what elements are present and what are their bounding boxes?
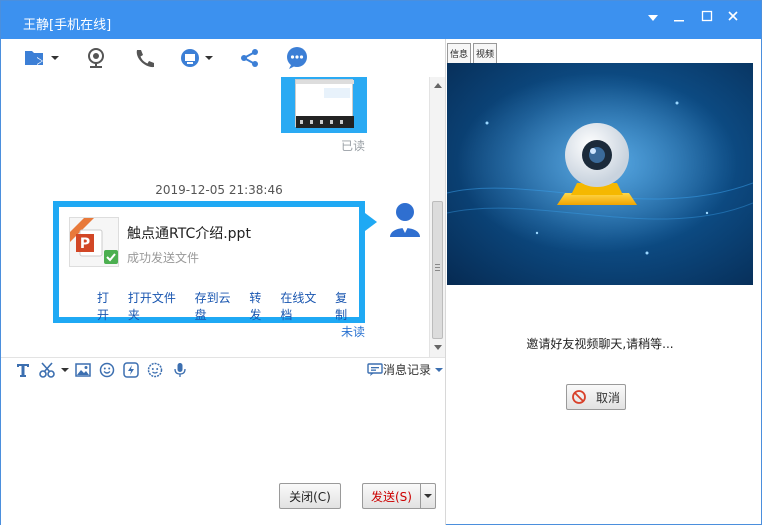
- history-icon: [367, 362, 383, 376]
- chat-toolbar: [1, 39, 445, 77]
- close-icon[interactable]: [721, 7, 745, 31]
- lightning-icon: [123, 362, 139, 378]
- chat-bubble-icon: [287, 47, 307, 69]
- cancel-button[interactable]: 取消: [566, 384, 626, 410]
- chevron-down-icon: [51, 56, 59, 60]
- avatar[interactable]: [387, 201, 423, 239]
- phone-icon: [136, 50, 154, 68]
- send-file-button[interactable]: [23, 45, 59, 71]
- message-history-button[interactable]: 消息记录: [367, 361, 444, 378]
- cancel-icon: [572, 390, 586, 404]
- history-label: 消息记录: [383, 363, 432, 377]
- sticker-button[interactable]: [147, 361, 163, 379]
- ppt-file-icon: P: [69, 217, 119, 267]
- message-timestamp: 2019-12-05 21:38:46: [155, 183, 283, 197]
- close-button[interactable]: 关闭(C): [279, 483, 341, 509]
- send-image-button[interactable]: [75, 361, 91, 379]
- font-icon: [17, 364, 29, 377]
- file-name: 触点通RTC介绍.ppt: [127, 226, 251, 242]
- maximize-icon[interactable]: [695, 7, 719, 31]
- folder-icon: [25, 51, 43, 65]
- window-title: 王静[手机在线]: [23, 18, 112, 33]
- svg-text:P: P: [80, 236, 90, 252]
- read-status: 已读: [341, 139, 366, 153]
- share-button[interactable]: [239, 45, 261, 71]
- scroll-up-icon[interactable]: [434, 83, 442, 88]
- sticker-icon: [147, 362, 163, 378]
- image-icon: [75, 363, 91, 377]
- copy-link[interactable]: 复制: [335, 289, 359, 323]
- webcam-icon: [88, 48, 104, 68]
- input-toolbar: 消息记录: [1, 357, 445, 381]
- voice-call-button[interactable]: [133, 45, 155, 71]
- font-button[interactable]: [15, 361, 31, 379]
- user-avatar-icon: [390, 203, 420, 237]
- image-thumbnail: [295, 79, 354, 128]
- minimize-icon[interactable]: [667, 7, 691, 31]
- tab-video[interactable]: 视频: [473, 43, 498, 63]
- chevron-down-icon: [435, 367, 444, 372]
- chevron-down-icon: [61, 368, 69, 372]
- chat-history[interactable]: 已读 2019-12-05 21:38:46 P 触点通RTC介绍.ppt 成功…: [1, 77, 445, 357]
- send-button[interactable]: 发送(S): [362, 483, 420, 509]
- forward-link[interactable]: 转发: [249, 289, 273, 323]
- file-status: 成功发送文件: [127, 251, 200, 265]
- microphone-icon: [174, 363, 186, 377]
- bubble-tail: [365, 213, 377, 231]
- share-icon: [241, 49, 258, 67]
- video-preview: [447, 63, 753, 285]
- webcam-illustration: [447, 73, 753, 255]
- video-call-button[interactable]: [85, 45, 107, 71]
- remote-desktop-button[interactable]: [179, 45, 213, 71]
- message-input[interactable]: 关闭(C) 发送(S): [1, 381, 445, 525]
- invite-status-text: 邀请好友视频聊天,请稍等...: [526, 337, 674, 351]
- dropdown-icon[interactable]: [641, 7, 665, 31]
- shake-button[interactable]: [123, 361, 139, 379]
- chat-window: 王静[手机在线] 已读 2019-12-05 21:38:46 P 触点通RTC…: [0, 0, 762, 525]
- send-options-button[interactable]: [420, 483, 436, 509]
- title-bar[interactable]: 王静[手机在线]: [1, 1, 761, 39]
- scissors-icon: [39, 362, 55, 378]
- previous-image-message[interactable]: [281, 77, 367, 133]
- chevron-down-icon: [205, 56, 213, 60]
- online-doc-link[interactable]: 在线文档: [280, 289, 328, 323]
- panel-divider: [445, 39, 446, 525]
- file-action-links: 打开 打开文件夹 存到云盘 转发 在线文档 复制: [97, 289, 359, 323]
- screenshot-button[interactable]: [39, 361, 69, 379]
- remote-desktop-icon: [181, 49, 199, 67]
- smiley-icon: [99, 362, 115, 378]
- tab-info[interactable]: 信息: [447, 43, 472, 63]
- chevron-down-icon: [424, 494, 432, 498]
- unread-status: 未读: [341, 325, 366, 339]
- open-folder-link[interactable]: 打开文件夹: [128, 289, 188, 323]
- right-panel-tabs: 信息 视频: [447, 43, 499, 63]
- scroll-thumb[interactable]: [432, 201, 443, 339]
- voice-message-button[interactable]: [173, 361, 187, 379]
- scroll-down-icon[interactable]: [434, 345, 442, 350]
- message-button[interactable]: [285, 45, 309, 71]
- emoji-button[interactable]: [99, 361, 115, 379]
- open-file-link[interactable]: 打开: [97, 289, 121, 323]
- chat-scrollbar[interactable]: [429, 77, 445, 357]
- file-message-bubble: P 触点通RTC介绍.ppt 成功发送文件 打开 打开文件夹 存到云盘 转发 在…: [53, 201, 365, 323]
- save-to-cloud-link[interactable]: 存到云盘: [195, 289, 243, 323]
